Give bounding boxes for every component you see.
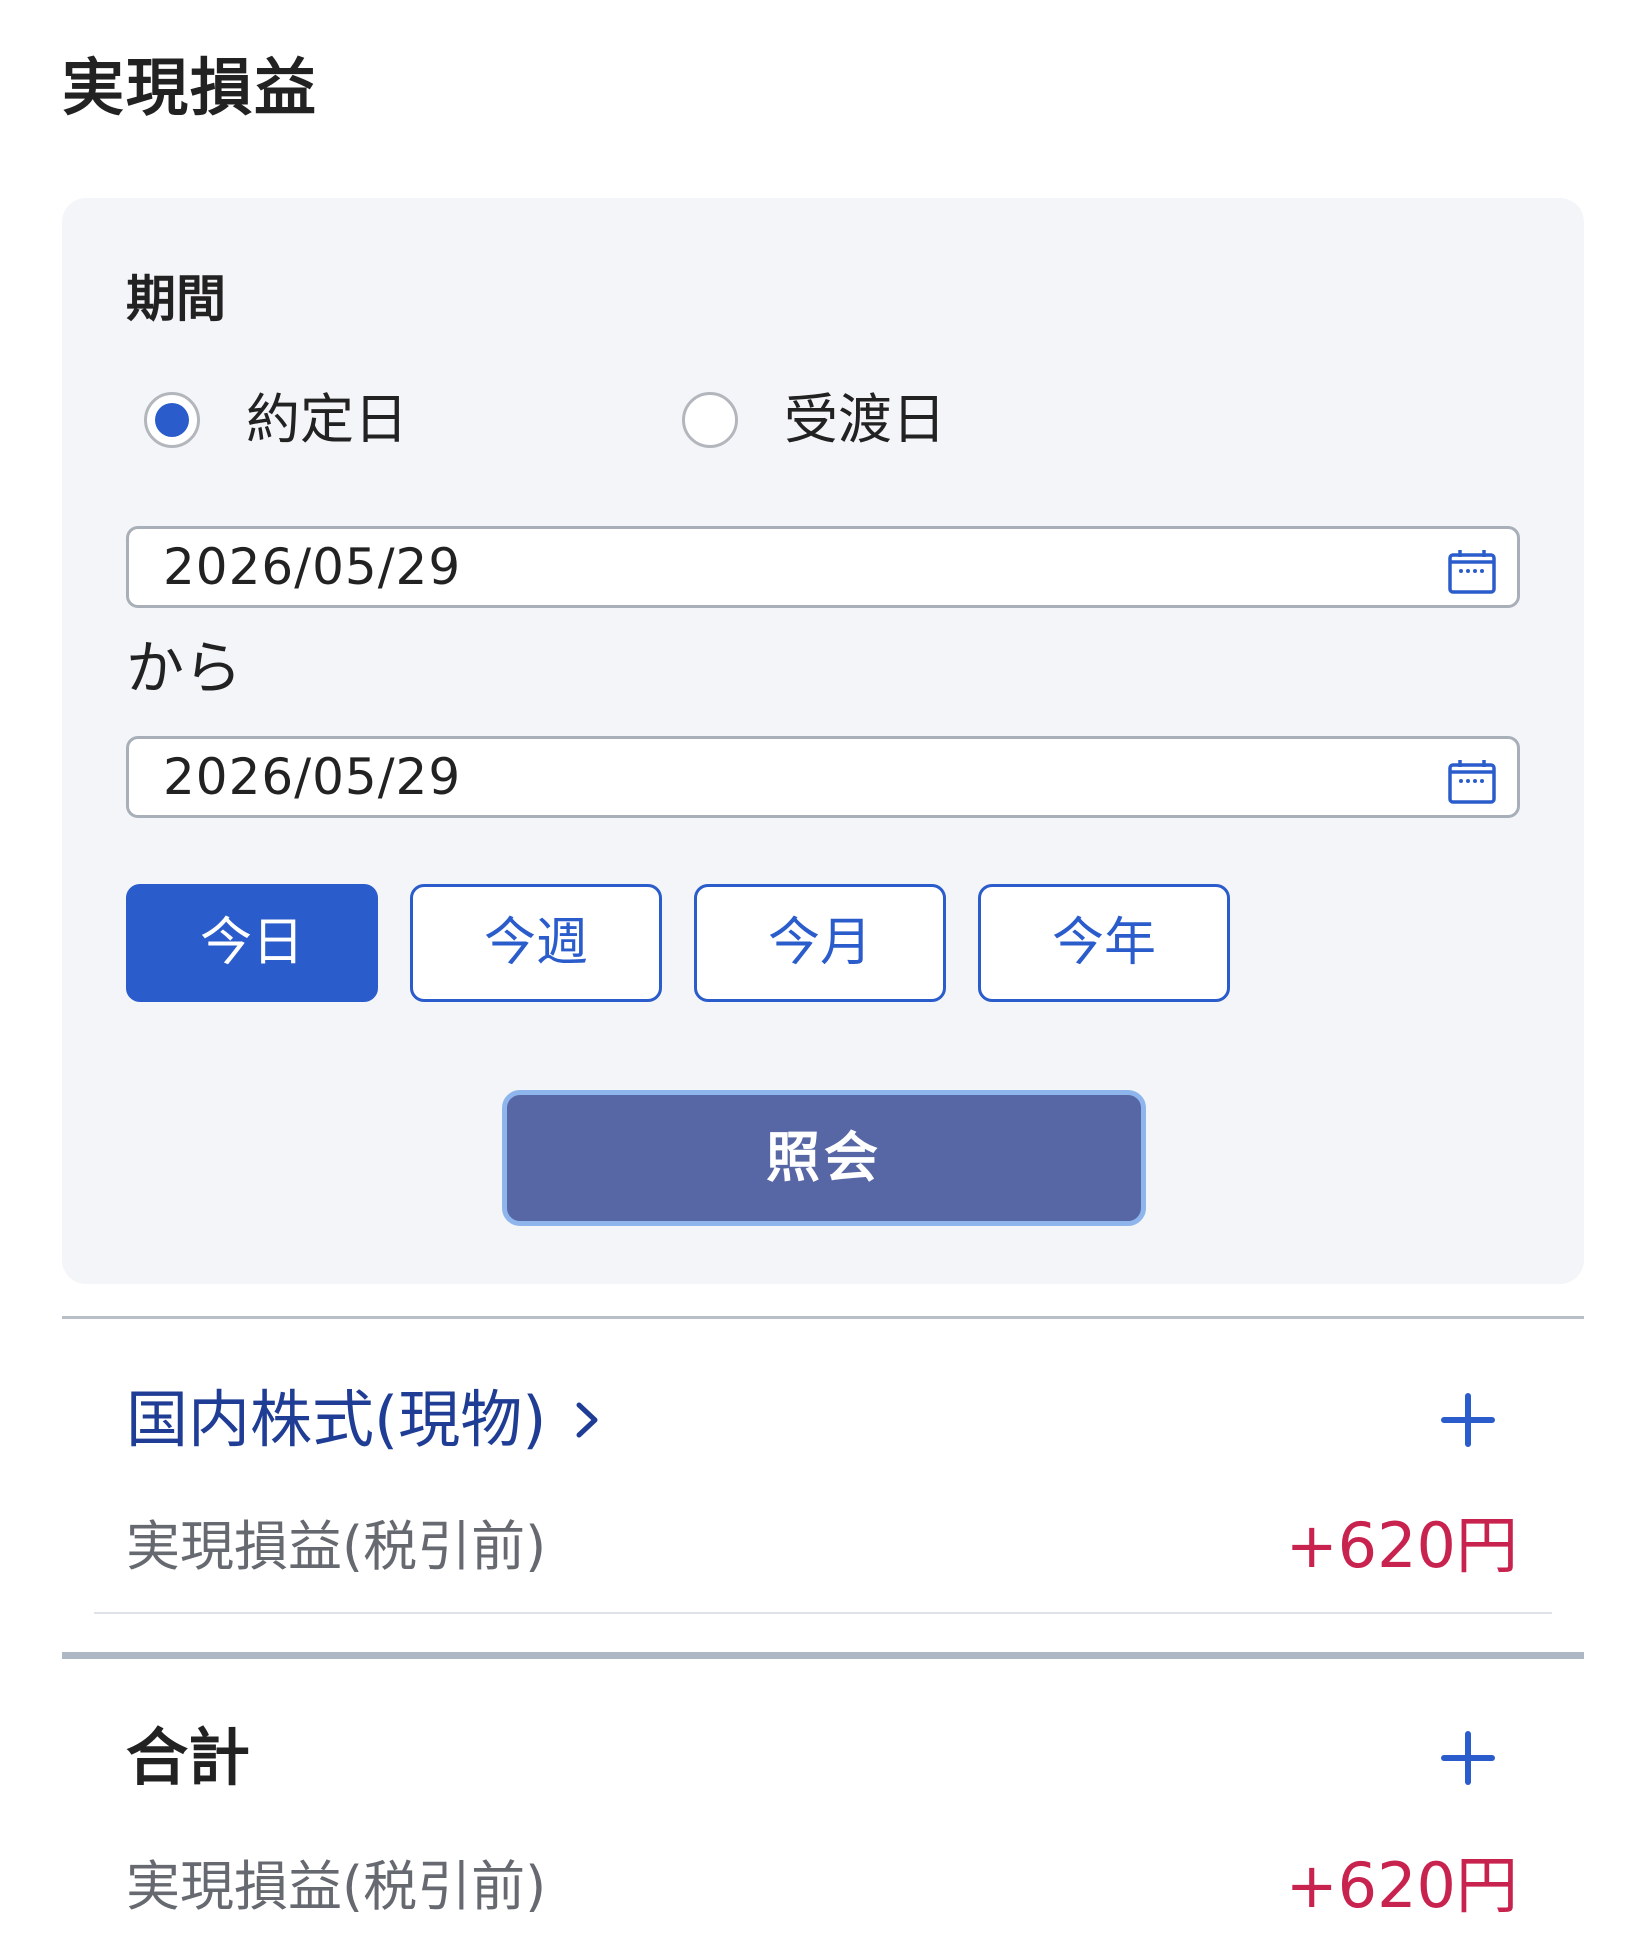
this-week-button[interactable]: 今週 [410,884,662,1002]
inquiry-button[interactable]: 照会 [502,1090,1146,1226]
from-label: から [126,634,243,702]
expand-plus-icon[interactable] [1440,1392,1496,1448]
radio-trade-date[interactable]: 約定日 [144,384,408,456]
total-title: 合計 [126,1721,251,1794]
section-divider [62,1652,1584,1659]
radio-unchecked-icon[interactable] [682,392,738,448]
domestic-stock-row-label: 実現損益(税引前) [126,1515,547,1578]
this-month-button[interactable]: 今月 [694,884,946,1002]
filter-panel: 期間 約定日 受渡日 2026/05/29 から 2026/05/29 今日 今… [62,198,1584,1284]
this-year-button[interactable]: 今年 [978,884,1230,1002]
radio-checked-icon[interactable] [144,392,200,448]
calendar-icon[interactable] [1447,759,1497,805]
today-button[interactable]: 今日 [126,884,378,1002]
total-realized-pl: +620円 [1285,1849,1518,1922]
domestic-stock-link[interactable]: 国内株式(現物) [126,1380,600,1460]
expand-plus-icon[interactable] [1440,1730,1496,1786]
radio-settlement-date-label: 受渡日 [784,388,946,451]
chevron-right-icon [576,1402,598,1438]
start-date-field[interactable]: 2026/05/29 [126,526,1520,608]
end-date-field[interactable]: 2026/05/29 [126,736,1520,818]
radio-trade-date-label: 約定日 [246,388,408,451]
period-label: 期間 [126,270,226,328]
calendar-icon[interactable] [1447,549,1497,595]
total-row-label: 実現損益(税引前) [126,1855,547,1918]
page-title: 実現損益 [62,51,319,124]
divider [62,1316,1584,1319]
radio-settlement-date[interactable]: 受渡日 [682,384,946,456]
end-date-value: 2026/05/29 [163,748,462,806]
start-date-value: 2026/05/29 [163,538,462,596]
row-divider [94,1612,1552,1614]
domestic-stock-realized-pl: +620円 [1285,1509,1518,1582]
domestic-stock-title: 国内株式(現物) [126,1383,547,1456]
date-type-radio-group: 約定日 受渡日 [144,384,1044,456]
